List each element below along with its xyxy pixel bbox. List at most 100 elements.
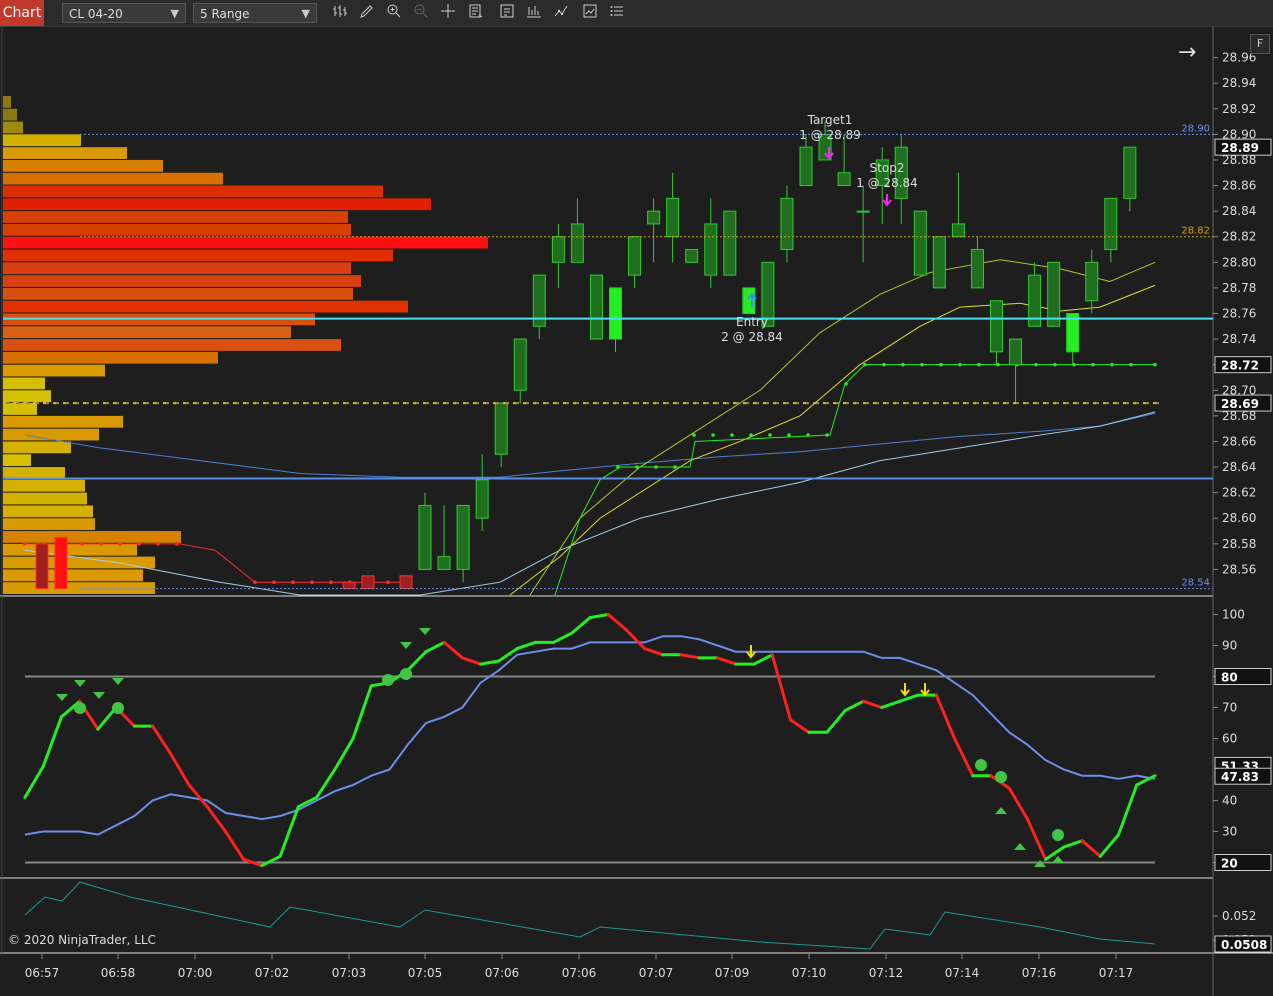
- stop-label: Stop2: [870, 161, 905, 175]
- signal-dot: [74, 702, 86, 714]
- time-tick-label: 07:07: [639, 966, 674, 980]
- trail-dot: [806, 433, 810, 437]
- price-tick-label: 28.80: [1222, 255, 1256, 269]
- level-line-label: 28.82: [1181, 226, 1210, 237]
- data-box-icon[interactable]: [497, 3, 517, 23]
- candle-body: [990, 300, 1003, 353]
- trail-dot: [291, 580, 295, 585]
- trail-dot: [80, 542, 84, 546]
- volume-profile-row: [3, 569, 143, 582]
- chart-background: [0, 27, 1273, 996]
- time-tick-label: 07:00: [178, 966, 213, 980]
- volume-profile-row: [3, 467, 65, 479]
- volume-profile-row: [3, 95, 11, 108]
- price-tick-label: 28.60: [1222, 511, 1256, 525]
- candle-body: [780, 197, 794, 251]
- candle-body: [570, 223, 584, 263]
- red-bar: [399, 575, 413, 590]
- candle-body: [1047, 261, 1061, 327]
- zoom-in-icon[interactable]: [384, 3, 404, 23]
- volume-profile-row: [3, 300, 408, 313]
- menu-list-icon[interactable]: [607, 3, 627, 23]
- red-bar: [361, 575, 375, 590]
- candle-body: [628, 236, 642, 276]
- volume-profile-row: [3, 428, 99, 441]
- candle-body: [456, 504, 470, 570]
- volume-profile-row: [3, 415, 123, 428]
- price-tick-label: 28.58: [1222, 537, 1256, 551]
- strategies-icon[interactable]: [552, 3, 572, 23]
- candle-body: [742, 287, 756, 314]
- price-tick-label: 28.62: [1222, 486, 1256, 500]
- volume-profile-row: [3, 556, 155, 569]
- time-tick-label: 07:06: [562, 966, 597, 980]
- price-tick-label: 28.56: [1222, 562, 1256, 576]
- trail-dot: [635, 465, 639, 469]
- trail-dot: [958, 362, 962, 367]
- instrument-selector[interactable]: CL 04-20 ▼: [62, 3, 186, 23]
- volume-profile-row: [3, 479, 85, 492]
- candle-body: [1009, 338, 1023, 366]
- zoom-out-icon[interactable]: [411, 3, 431, 23]
- signal-dot: [400, 668, 412, 680]
- trail-dot: [1153, 362, 1157, 367]
- chart-area[interactable]: 28.9028.8228.54 Target1 1 @ 28.89 Stop2 …: [0, 27, 1273, 996]
- osc-marker-label: 80: [1221, 671, 1238, 685]
- osc-tick-label: 30: [1222, 825, 1237, 839]
- candle-body: [685, 249, 699, 263]
- target-label: Target1: [807, 113, 853, 127]
- time-tick-label: 06:58: [101, 966, 136, 980]
- candle-body: [837, 172, 851, 187]
- candle-body: [494, 402, 508, 455]
- candle-body: [951, 223, 965, 238]
- price-tick-label: 28.78: [1222, 281, 1256, 295]
- price-tick-label: 28.94: [1222, 76, 1256, 90]
- osc-tick-label: 40: [1222, 794, 1237, 808]
- trail-dot: [1091, 362, 1095, 367]
- bar-type-icon[interactable]: [330, 3, 350, 23]
- volume-profile-row: [3, 211, 348, 223]
- entry-label: Entry: [736, 315, 768, 329]
- candle-body: [551, 236, 565, 263]
- trail-dot: [1053, 362, 1057, 367]
- price-tick-label: 28.92: [1222, 102, 1256, 116]
- bottom-tick-label: 0.052: [1222, 909, 1256, 923]
- trail-dot: [749, 433, 753, 437]
- signal-dot: [995, 771, 1007, 783]
- volume-profile-row: [3, 518, 95, 531]
- price-tick-label: 28.74: [1222, 332, 1256, 346]
- trail-dot: [253, 580, 257, 585]
- price-tick-label: 28.76: [1222, 307, 1256, 321]
- indicators-icon[interactable]: [524, 3, 544, 23]
- trail-dot: [730, 433, 734, 437]
- signal-dot: [1052, 829, 1064, 841]
- chart-tab[interactable]: Chart: [0, 0, 44, 26]
- templates-icon[interactable]: [580, 3, 600, 23]
- stop-detail: 1 @ 28.84: [856, 176, 918, 190]
- candle-body: [932, 236, 946, 289]
- period-selector[interactable]: 5 Range ▼: [193, 3, 317, 23]
- trail-dot: [977, 362, 981, 367]
- trail-dot: [329, 580, 333, 585]
- price-marker-label: 28.69: [1221, 397, 1259, 411]
- copyright-text: © 2020 NinjaTrader, LLC: [8, 933, 156, 947]
- volume-profile-row: [3, 326, 291, 339]
- volume-profile-row: [3, 454, 31, 467]
- volume-profile-row: [3, 339, 341, 351]
- osc-tick-label: 60: [1222, 732, 1237, 746]
- crosshair-icon[interactable]: [438, 3, 458, 23]
- time-tick-label: 07:12: [869, 966, 904, 980]
- trail-dot: [939, 362, 943, 367]
- time-tick-label: 07:17: [1099, 966, 1134, 980]
- f-button[interactable]: F: [1250, 34, 1270, 54]
- candle-body: [704, 223, 718, 276]
- level-line-label: 28.54: [1181, 578, 1210, 589]
- arrow-right-icon[interactable]: →: [1178, 40, 1196, 65]
- properties-icon[interactable]: [466, 3, 486, 23]
- trail-dot: [825, 433, 829, 437]
- trail-dot: [901, 362, 905, 367]
- draw-tool-icon[interactable]: [357, 3, 377, 23]
- bottom-marker-label: 0.0508: [1221, 938, 1267, 952]
- volume-profile-row: [3, 134, 81, 147]
- osc-marker-label: 47.83: [1221, 770, 1259, 784]
